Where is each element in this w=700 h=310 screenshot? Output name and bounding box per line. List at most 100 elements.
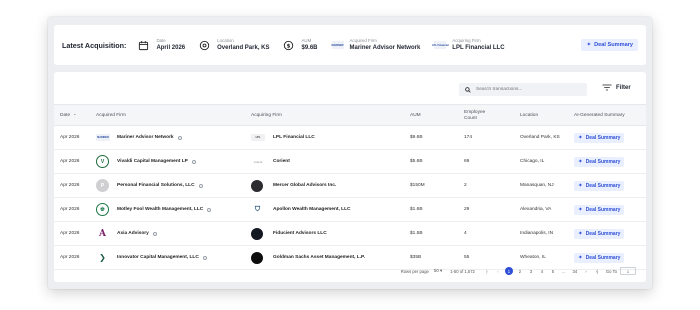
acquiring-firm-cell[interactable]: Mercer Global Advisors Inc. [273, 174, 336, 197]
page-number[interactable]: 5 [549, 267, 557, 275]
acquiring-firm-cell[interactable]: Goldman Sachs Asset Management, L.P. [273, 246, 365, 269]
ai-sparkle-icon: ✦ [578, 158, 583, 165]
acquiring-firm-cell[interactable]: LPL Financial LLC [273, 126, 315, 149]
acquiring-logo-cell: LPL [251, 126, 265, 149]
info-icon[interactable] [177, 135, 182, 140]
deal-summary-button[interactable]: ✦ Deal Summary [574, 204, 625, 215]
page-number[interactable]: 3 [527, 267, 535, 275]
location-cell: Alexandria, VA [520, 207, 552, 212]
ai-sparkle-icon: ✦ [578, 230, 583, 237]
apollon-shield-icon: ⛉ [254, 205, 261, 213]
row-date: Apr 2026 [60, 158, 80, 164]
deal-summary-label: Deal Summary [585, 158, 621, 165]
info-icon[interactable] [198, 183, 203, 188]
calendar-icon [138, 40, 149, 51]
transactions-card: Filter Date⌃ Acquired Firm Acquiring Fir… [54, 72, 646, 282]
deal-summary-button[interactable]: ✦ Deal Summary [574, 252, 625, 263]
search-input[interactable] [476, 87, 576, 92]
acquiring-logo-cell [251, 246, 263, 269]
employee-count-cell: 2 [464, 183, 467, 188]
first-page-icon[interactable]: |‹ [483, 267, 491, 275]
acquired-logo-cell: ❯ [96, 246, 109, 269]
pagination: Rows per page 50 ▾ 1-50 of 1,572 |‹ ‹ 12… [401, 264, 636, 278]
search-box[interactable] [459, 83, 587, 96]
rows-per-page-select[interactable]: 50 ▾ [434, 268, 442, 274]
location-value: Overland Park, KS [217, 45, 270, 51]
page-number[interactable]: 1 [504, 267, 513, 275]
row-date: Apr 2026 [60, 254, 80, 260]
deal-summary-cell: ✦ Deal Summary [574, 150, 625, 173]
info-icon[interactable] [202, 255, 207, 260]
table-header: Date ⌃ Acquired Firm Acquiring Firm AUM E… [54, 104, 646, 126]
acquired-firm-cell[interactable]: Mariner Advisor Network [117, 126, 182, 149]
info-icon[interactable] [191, 159, 196, 164]
acquired-firm-cell[interactable]: Motley Fool Wealth Management, LLC [117, 198, 212, 221]
acquired-logo-cell: ♚ [96, 198, 109, 221]
axia-logo: A [99, 228, 106, 239]
page-number[interactable]: 2 [516, 267, 524, 275]
deal-summary-button[interactable]: ✦ Deal Summary [574, 228, 625, 239]
employee-count-cell: 174 [464, 135, 473, 140]
acquired-logo-cell: MARINER [96, 126, 110, 149]
header-date[interactable]: Date ⌃ [60, 105, 77, 127]
table-row[interactable]: Apr 2026 V Vivaldi Capital Management LP… [54, 150, 646, 174]
svg-text:$: $ [287, 43, 291, 49]
prev-page-icon[interactable]: ‹ [494, 267, 502, 275]
row-date: Apr 2026 [60, 206, 80, 212]
banner-acquired-firm: MARINER Acquired Firm Mariner Advisor Ne… [331, 38, 421, 52]
next-page-icon[interactable]: › [582, 267, 590, 275]
acquiring-logo-cell [251, 222, 263, 245]
table-toolbar: Filter [54, 72, 646, 104]
acquiring-firm-cell[interactable]: Fiducient Advisors LLC [273, 222, 327, 245]
last-page-icon[interactable]: ›| [593, 267, 601, 275]
deal-summary-button[interactable]: ✦ Deal Summary [574, 180, 625, 191]
deal-summary-button[interactable]: ✦ Deal Summary [574, 156, 625, 167]
deal-summary-label: Deal Summary [585, 206, 621, 213]
info-icon[interactable] [207, 207, 212, 212]
acquiring-logo-cell: ⛉ [251, 198, 264, 221]
filter-button[interactable]: Filter [602, 84, 631, 91]
deal-summary-button[interactable]: ✦ Deal Summary [574, 132, 625, 143]
table-row[interactable]: Apr 2026 ♚ Motley Fool Wealth Management… [54, 198, 646, 222]
banner-location: Location Overland Park, KS [199, 38, 269, 52]
innovator-logo: ❯ [99, 253, 106, 262]
acquired-firm-cell[interactable]: Innovator Capital Management, LLC [117, 246, 207, 269]
table-row[interactable]: Apr 2026 MARINER Mariner Advisor Network… [54, 126, 646, 150]
header-location: Location [520, 113, 539, 118]
ai-sparkle-icon: ✦ [578, 206, 583, 213]
acquiring-firm-cell[interactable]: Corient [273, 150, 290, 173]
acquired-logo-cell: V [96, 150, 109, 173]
ai-sparkle-icon: ✦ [586, 42, 592, 48]
info-icon[interactable] [152, 231, 157, 236]
acquired-firm-cell[interactable]: Axia Advisory [117, 222, 157, 245]
ai-sparkle-icon: ✦ [578, 134, 583, 141]
page-numbers: 1 2 3 4 5... 34 [502, 267, 579, 275]
acquired-firm-cell[interactable]: Personal Financial Solutions, LLC [117, 174, 203, 197]
date-value: April 2026 [156, 45, 186, 51]
table-body: Apr 2026 MARINER Mariner Advisor Network… [54, 126, 646, 270]
deal-summary-label: Deal Summary [585, 254, 621, 261]
banner-acquiring-firm: LPL Financial Acquiring Firm LPL Financi… [432, 38, 505, 52]
banner-deal-summary-button[interactable]: ✦ Deal Summary [581, 39, 638, 51]
acquiring-firm-cell[interactable]: Apollon Wealth Management, LLC [273, 198, 350, 221]
table-row[interactable]: Apr 2026 A Axia Advisory Fiducient Advis… [54, 222, 646, 246]
employee-count-cell: 29 [464, 207, 470, 212]
goto-input[interactable]: 1 [620, 267, 636, 275]
aum-cell: $1.6B [410, 207, 423, 212]
acquired-firm-value: Mariner Advisor Network [349, 45, 421, 51]
location-cell: Indianapolis, IN [520, 231, 554, 236]
acquiring-firm-logo: LPL Financial [432, 41, 449, 49]
ai-sparkle-icon: ✦ [578, 254, 583, 261]
table-row[interactable]: Apr 2026 P Personal Financial Solutions,… [54, 174, 646, 198]
acquired-logo-cell: A [96, 222, 109, 245]
deal-summary-cell: ✦ Deal Summary [574, 126, 625, 149]
acquired-firm-cell[interactable]: Vivaldi Capital Management LP [117, 150, 196, 173]
aum-cell: $150M [410, 183, 425, 188]
deal-summary-label: Deal Summary [585, 134, 621, 141]
dollar-circle-icon: $ [283, 40, 294, 51]
deal-summary-label: Deal Summary [585, 230, 621, 237]
aum-cell: $5.6B [410, 159, 423, 164]
page-number: ... [562, 268, 566, 274]
page-number[interactable]: 34 [571, 267, 579, 275]
page-number[interactable]: 4 [538, 267, 546, 275]
